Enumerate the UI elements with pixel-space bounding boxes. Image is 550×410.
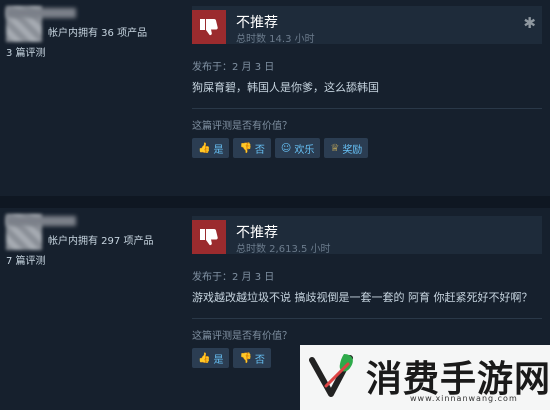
award-button[interactable]: ♕ 奖励 (324, 138, 369, 158)
vote-no-label: 否 (254, 354, 265, 366)
reviewer-info: 帐户内拥有 297 项产品 7 篇评测 (6, 214, 181, 267)
review-header[interactable]: 不推荐 总时数 14.3 小时 ✱ (192, 6, 542, 45)
award-label: 奖励 (342, 144, 363, 156)
thumbs-up-icon: 👍 (198, 142, 211, 154)
hours-played: 总时数 2,613.5 小时 (236, 244, 331, 255)
watermark: 消费手游网 www.xinnanwang.com (300, 345, 550, 410)
review-text: 游戏越改越垃圾不说 搞歧视倒是一套一套的 阿育 你赶紧死好不好啊？ (192, 291, 533, 304)
thumbs-down-icon: 👎 (239, 142, 252, 154)
hours-played: 总时数 14.3 小时 (236, 34, 315, 45)
helpful-question: 这篇评测是否有价值？ (192, 121, 292, 132)
reviewer-info: 帐户内拥有 36 项产品 3 篇评测 (6, 6, 181, 59)
watermark-url: www.xinnanwang.com (410, 394, 518, 403)
vote-yes-button[interactable]: 👍 是 (192, 138, 230, 158)
user-name[interactable] (6, 8, 76, 18)
vote-yes-label: 是 (213, 354, 224, 366)
divider (192, 108, 542, 109)
review-card: 帐户内拥有 36 项产品 3 篇评测 不推荐 总时数 14.3 小时 ✱ 发布于… (0, 0, 550, 196)
review-count[interactable]: 3 篇评测 (6, 42, 181, 59)
divider (192, 318, 542, 319)
vote-no-button[interactable]: 👎 否 (233, 348, 271, 368)
award-icon: ♕ (330, 142, 340, 154)
vote-funny-button[interactable]: ☺ 欢乐 (274, 138, 321, 158)
vote-yes-label: 是 (213, 144, 224, 156)
watermark-logo-icon (309, 354, 353, 397)
vote-no-button[interactable]: 👎 否 (233, 138, 271, 158)
review-separator (0, 196, 550, 208)
thumbs-up-icon: 👍 (198, 352, 211, 364)
user-name[interactable] (6, 216, 76, 226)
vote-buttons: 👍 是 👎 否 ☺ 欢乐 ♕ 奖励 (192, 138, 542, 158)
steam-icon: ✱ (523, 14, 536, 32)
review-header[interactable]: 不推荐 总时数 2,613.5 小时 (192, 216, 542, 255)
review-count[interactable]: 7 篇评测 (6, 250, 181, 267)
verdict-title: 不推荐 (236, 15, 278, 31)
smile-icon: ☺ (280, 142, 292, 154)
posted-date: 发布于：2 月 3 日 (192, 62, 275, 73)
thumbs-down-icon: 👎 (239, 352, 252, 364)
review-text: 狗屎育碧，韩国人是你爹，这么舔韩国 (192, 81, 379, 94)
thumbs-down-icon (192, 220, 226, 254)
posted-date: 发布于：2 月 3 日 (192, 272, 275, 283)
helpful-question: 这篇评测是否有价值？ (192, 331, 292, 342)
vote-no-label: 否 (254, 144, 265, 156)
review-body: 不推荐 总时数 14.3 小时 ✱ 发布于：2 月 3 日 狗屎育碧，韩国人是你… (192, 6, 542, 158)
verdict-title: 不推荐 (236, 225, 278, 241)
thumbs-down-icon (192, 10, 226, 44)
vote-funny-label: 欢乐 (294, 144, 315, 156)
vote-yes-button[interactable]: 👍 是 (192, 348, 230, 368)
